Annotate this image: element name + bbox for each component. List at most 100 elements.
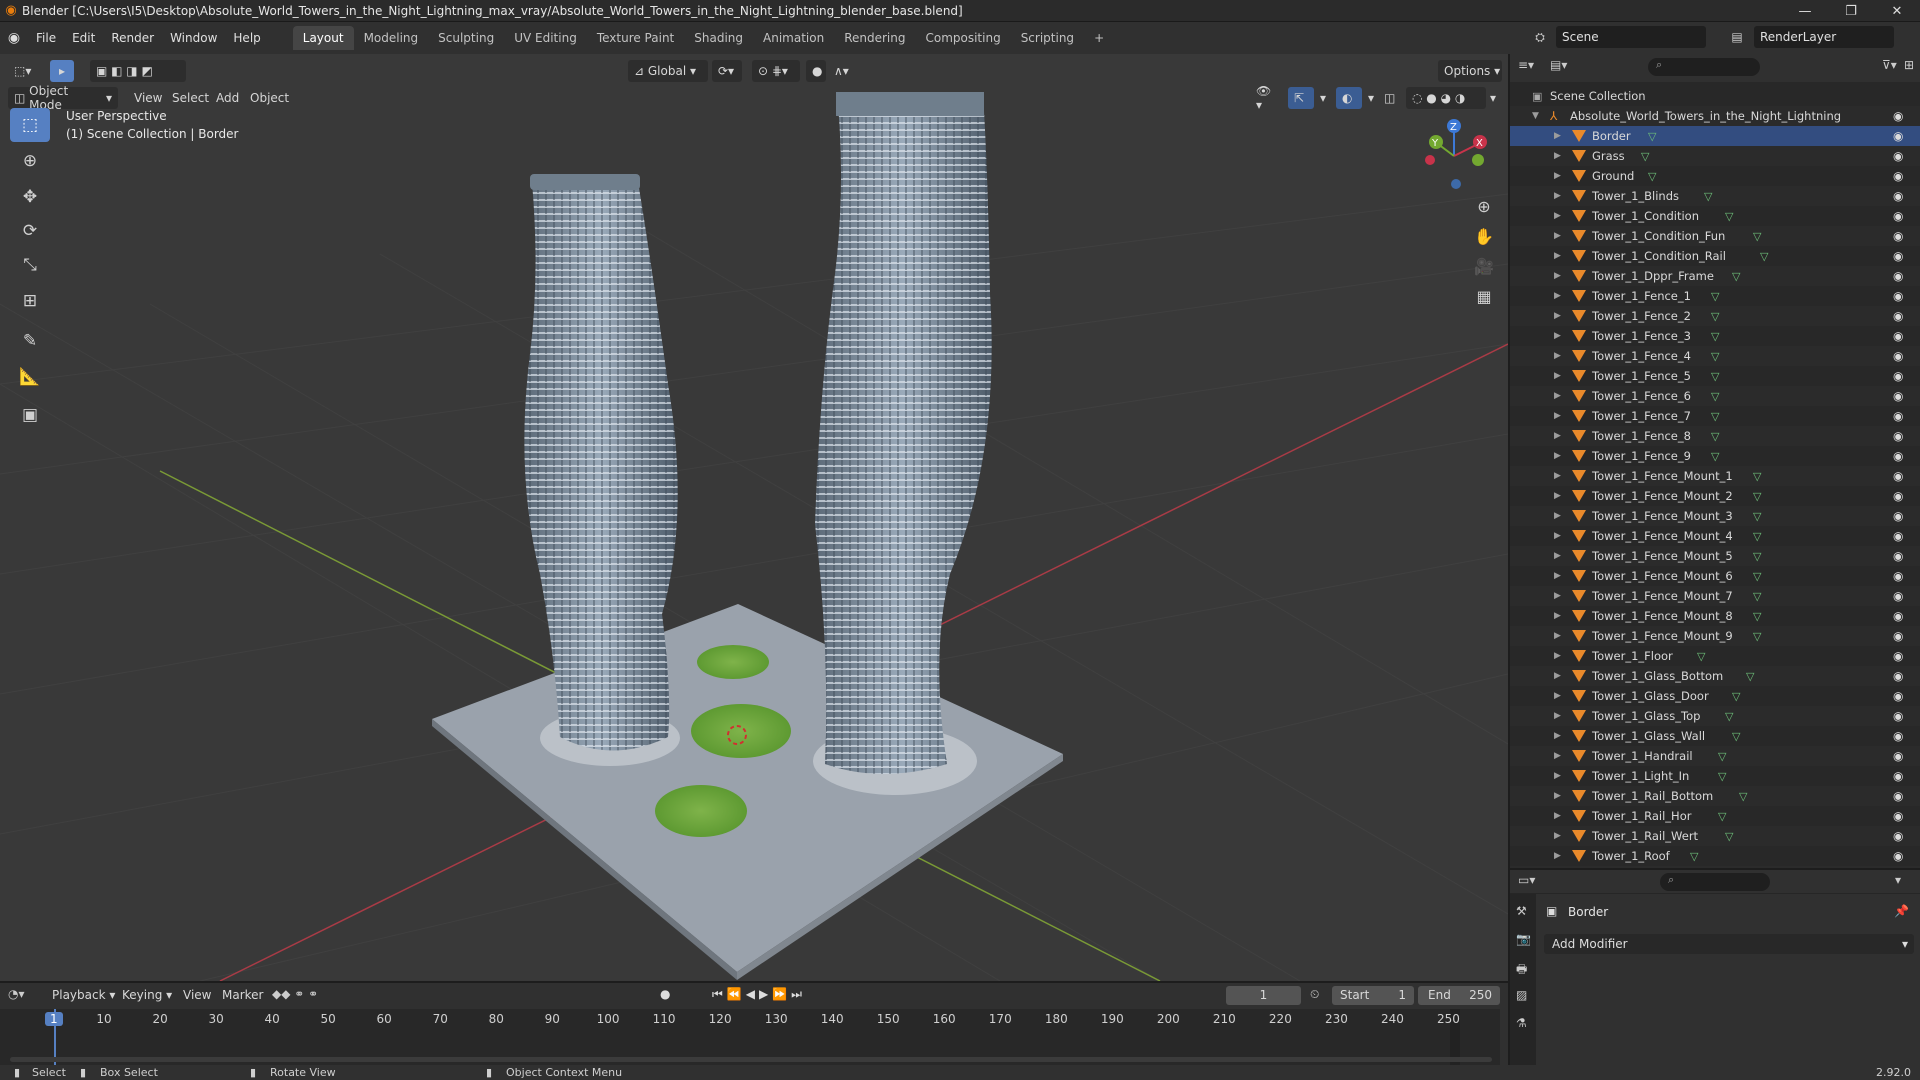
expand-arrow-icon[interactable]: ▶ <box>1554 351 1561 361</box>
transform-orientation[interactable]: ⊿ Global ▾ <box>628 60 708 82</box>
outliner-object-row[interactable]: ▶ Tower_1_Fence_1 ▽ ◉ <box>1510 286 1920 306</box>
snapping-icon[interactable]: ⊙ ⋕▾ <box>752 60 800 82</box>
menu-timeline-view[interactable]: View <box>183 988 211 1002</box>
outliner-object-row[interactable]: ▶ Tower_1_Glass_Bottom ▽ ◉ <box>1510 666 1920 686</box>
menu-add[interactable]: Add <box>210 87 245 109</box>
outliner-scene-collection[interactable]: ▣ Scene Collection <box>1510 86 1920 106</box>
outliner-object-row[interactable]: ▶ Tower_1_Fence_4 ▽ ◉ <box>1510 346 1920 366</box>
expand-arrow-icon[interactable]: ▶ <box>1554 671 1561 681</box>
menu-playback[interactable]: Playback ▾ <box>52 988 115 1002</box>
scene-browse-icon[interactable]: ⛭ <box>1525 26 1555 48</box>
visibility-eye-icon[interactable]: ◉ <box>1893 689 1903 703</box>
visibility-eye-icon[interactable]: ◉ <box>1893 529 1903 543</box>
visibility-eye-icon[interactable]: ◉ <box>1893 489 1903 503</box>
menu-keying[interactable]: Keying ▾ <box>122 988 172 1002</box>
expand-arrow-icon[interactable]: ▶ <box>1554 231 1561 241</box>
outliner-object-row[interactable]: ▶ Tower_1_Condition_Rail ▽ ◉ <box>1510 246 1920 266</box>
measure-tool-icon[interactable]: 📐 <box>10 360 50 394</box>
editor-type-icon[interactable]: ⬚▾ <box>8 60 42 82</box>
outliner-object-row[interactable]: ▶ Tower_1_Floor ▽ ◉ <box>1510 646 1920 666</box>
expand-arrow-icon[interactable]: ▶ <box>1554 551 1561 561</box>
restore-button[interactable]: ❐ <box>1828 0 1874 22</box>
expand-arrow-icon[interactable]: ▶ <box>1554 731 1561 741</box>
navigation-gizmo[interactable]: Z X Y <box>1418 114 1498 194</box>
visibility-eye-icon[interactable]: ◉ <box>1893 229 1903 243</box>
expand-arrow-icon[interactable]: ▶ <box>1554 211 1561 221</box>
outliner-object-row[interactable]: ▶ Tower_1_Rail_Hor ▽ ◉ <box>1510 806 1920 826</box>
transform-tool-icon[interactable]: ⊞ <box>10 284 50 318</box>
properties-search-input[interactable]: ⌕ <box>1660 873 1770 891</box>
selection-mode-icons[interactable]: ▣ ◧ ◨ ◩ <box>90 60 186 82</box>
expand-arrow-icon[interactable]: ▶ <box>1554 691 1561 701</box>
visibility-eye-icon[interactable]: ◉ <box>1893 129 1903 143</box>
expand-arrow-icon[interactable]: ▶ <box>1554 131 1561 141</box>
expand-arrow-icon[interactable]: ▶ <box>1554 171 1561 181</box>
menu-object[interactable]: Object <box>244 87 295 109</box>
3d-viewport[interactable]: ⬚▾ ▸ ▣ ◧ ◨ ◩ ⊿ Global ▾ ⟳▾ ⊙ ⋕▾ ● ∧▾ Opt… <box>0 54 1508 981</box>
expand-arrow-icon[interactable]: ▶ <box>1554 411 1561 421</box>
outliner-object-row[interactable]: ▶ Tower_1_Fence_Mount_6 ▽ ◉ <box>1510 566 1920 586</box>
visibility-eye-icon[interactable]: ◉ <box>1893 329 1903 343</box>
expand-arrow-icon[interactable]: ▶ <box>1554 851 1561 861</box>
expand-arrow-icon[interactable]: ▶ <box>1554 251 1561 261</box>
menu-edit[interactable]: Edit <box>64 26 103 50</box>
move-tool-icon[interactable]: ✥ <box>10 180 50 214</box>
visibility-eye-icon[interactable]: ◉ <box>1893 289 1903 303</box>
visibility-eye-icon[interactable]: ◉ <box>1893 429 1903 443</box>
add-cube-tool-icon[interactable]: ▣ <box>10 398 50 432</box>
outliner-object-row[interactable]: ▶ Border ▽ ◉ <box>1510 126 1920 146</box>
playback-controls-icons[interactable]: ⏮⏪◀▶⏩⏭ <box>712 987 806 1002</box>
visibility-eye-icon[interactable]: ◉ <box>1893 569 1903 583</box>
menu-window[interactable]: Window <box>162 26 225 50</box>
visibility-eye-icon[interactable]: ◉ <box>1893 149 1903 163</box>
scene-tab-icon[interactable]: ⚗ <box>1516 1016 1527 1030</box>
visibility-eye-icon[interactable]: ◉ <box>1893 209 1903 223</box>
visibility-eye-icon[interactable]: ◉ <box>1893 189 1903 203</box>
visibility-eye-icon[interactable]: ◉ <box>1893 649 1903 663</box>
tab-shading[interactable]: Shading <box>684 26 753 50</box>
visibility-eye-icon[interactable]: ◉ <box>1893 789 1903 803</box>
tab-sculpting[interactable]: Sculpting <box>428 26 504 50</box>
visibility-eye-icon[interactable]: ◉ <box>1893 469 1903 483</box>
visibility-eye-icon[interactable]: ◉ <box>1893 829 1903 843</box>
outliner-object-row[interactable]: ▶ Tower_1_Condition ▽ ◉ <box>1510 206 1920 226</box>
menu-select[interactable]: Select <box>166 87 215 109</box>
outliner-object-row[interactable]: ▶ Tower_1_Fence_9 ▽ ◉ <box>1510 446 1920 466</box>
mode-selector[interactable]: ◫ Object Mode ▾ <box>8 84 118 112</box>
expand-arrow-icon[interactable]: ▶ <box>1554 831 1561 841</box>
menu-help[interactable]: Help <box>225 26 268 50</box>
outliner-object-row[interactable]: ▶ Tower_1_Handrail ▽ ◉ <box>1510 746 1920 766</box>
visibility-eye-icon[interactable]: ◉ <box>1893 709 1903 723</box>
render-tab-icon[interactable]: 📷 <box>1516 932 1531 946</box>
outliner-object-row[interactable]: ▶ Tower_1_Light_In ▽ ◉ <box>1510 766 1920 786</box>
scale-tool-icon[interactable]: ⤡ <box>10 248 50 282</box>
expand-arrow-icon[interactable]: ▶ <box>1554 311 1561 321</box>
xray-icon[interactable]: ◫ <box>1378 87 1402 109</box>
keyframe-icons[interactable]: ◆◆ ⚭ ⚭ <box>272 987 318 1001</box>
zoom-view-icon[interactable]: ⊕ <box>1468 192 1500 220</box>
render-layer-field[interactable]: RenderLayer <box>1754 26 1894 48</box>
outliner-object-row[interactable]: ▶ Tower_1_Fence_Mount_8 ▽ ◉ <box>1510 606 1920 626</box>
expand-arrow-icon[interactable]: ▶ <box>1554 291 1561 301</box>
visibility-eye-icon[interactable]: ◉ <box>1893 409 1903 423</box>
expand-arrow-icon[interactable]: ▶ <box>1554 711 1561 721</box>
expand-arrow-icon[interactable]: ▶ <box>1554 331 1561 341</box>
ortho-toggle-icon[interactable]: ▦ <box>1468 282 1500 310</box>
shading-mode-icons[interactable]: ◌ ● ◕ ◑ <box>1406 87 1486 109</box>
outliner-object-row[interactable]: ▶ Tower_1_Dppr_Frame ▽ ◉ <box>1510 266 1920 286</box>
expand-arrow-icon[interactable]: ▶ <box>1554 611 1561 621</box>
view-layer-tab-icon[interactable]: ▨ <box>1516 988 1527 1002</box>
outliner-object-row[interactable]: ▶ Tower_1_Fence_6 ▽ ◉ <box>1510 386 1920 406</box>
visibility-eye-icon[interactable]: ◉ <box>1893 609 1903 623</box>
visibility-eye-icon[interactable]: ◉ <box>1893 389 1903 403</box>
outliner-object-row[interactable]: ▶ Tower_1_Fence_Mount_5 ▽ ◉ <box>1510 546 1920 566</box>
collapse-arrow-icon[interactable]: ▼ <box>1532 111 1539 121</box>
visibility-eye-icon[interactable]: ◉ <box>1893 309 1903 323</box>
visibility-eye-icon[interactable]: ◉ <box>1893 729 1903 743</box>
outliner-object-row[interactable]: ▶ Tower_1_Fence_Mount_1 ▽ ◉ <box>1510 466 1920 486</box>
outliner-collection-row[interactable]: ▼ ⅄ Absolute_World_Towers_in_the_Night_L… <box>1510 106 1920 126</box>
outliner-object-row[interactable]: ▶ Tower_1_Fence_Mount_2 ▽ ◉ <box>1510 486 1920 506</box>
select-tool-icon[interactable]: ▸ <box>50 60 74 82</box>
timeline-ruler[interactable]: 1 10 20 30 40 50 60 70 80 90 100 110 120 130 140 150 160… <box>0 1009 1500 1065</box>
tab-modeling[interactable]: Modeling <box>354 26 429 50</box>
